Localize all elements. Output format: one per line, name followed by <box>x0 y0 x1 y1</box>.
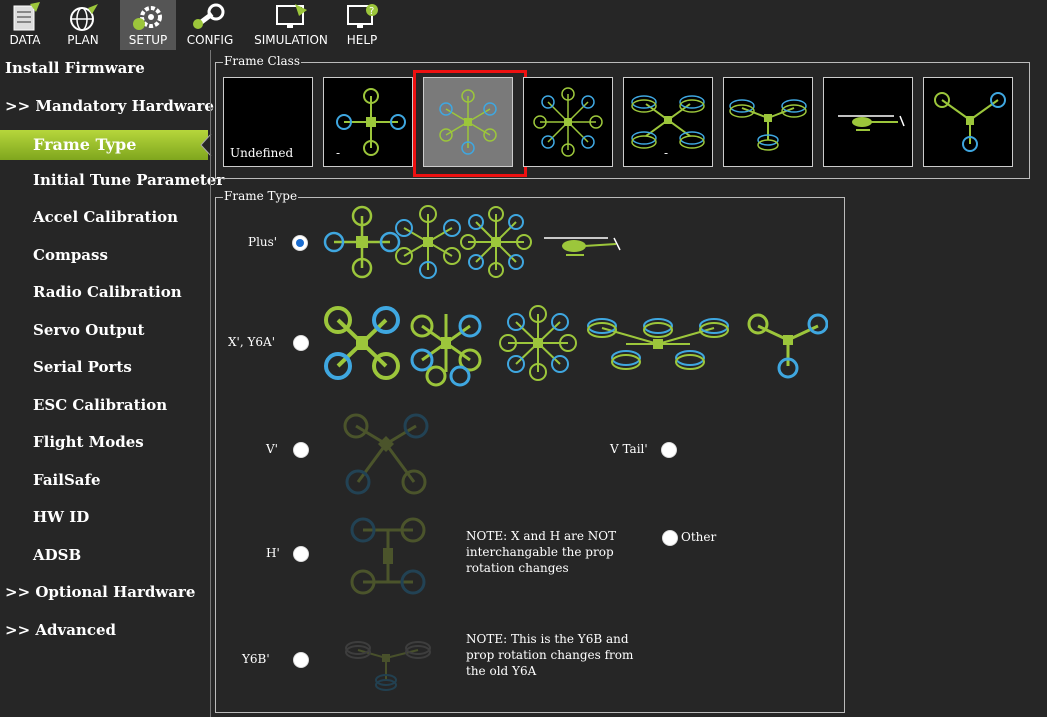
sidebar-item-accel-calibration[interactable]: Accel Calibration <box>0 208 243 226</box>
toolbar-simulation-label: SIMULATION <box>254 33 328 47</box>
top-toolbar: DATA PLAN SETUP CONFIG SIMULATION ? HELP <box>0 0 1047 50</box>
toolbar-data-label: DATA <box>9 33 41 47</box>
frame-type-v-label: V' <box>266 442 278 456</box>
toolbar-config[interactable]: CONFIG <box>182 0 238 50</box>
setup-sidebar: Install Firmware >> Mandatory Hardware F… <box>0 50 224 717</box>
heli-frame-icon <box>838 115 905 131</box>
frame-class-title: Frame Class <box>223 54 302 68</box>
toolbar-setup[interactable]: SETUP <box>120 0 176 50</box>
v-frame-image <box>343 413 429 495</box>
frame-type-other-label: Other <box>681 530 717 544</box>
frame-class-undefined-label: Undefined <box>230 146 294 160</box>
sidebar-item-radio-calibration[interactable]: Radio Calibration <box>0 283 243 301</box>
frame-class-octa-quad-dash: - <box>664 146 669 160</box>
toolbar-setup-label: SETUP <box>128 33 168 47</box>
simulation-icon <box>276 4 307 28</box>
frame-class-undefined[interactable]: Undefined <box>223 77 313 167</box>
sidebar-item-mandatory-hardware[interactable]: >> Mandatory Hardware <box>0 97 215 115</box>
note-y6b: NOTE: This is the Y6B and prop rotation … <box>466 632 634 678</box>
frame-type-other-radio[interactable] <box>662 530 678 546</box>
svg-text:?: ? <box>369 6 374 17</box>
plan-icon <box>70 4 98 31</box>
sidebar-item-servo-output[interactable]: Servo Output <box>0 321 243 339</box>
frame-type-vtail-radio[interactable] <box>661 442 677 458</box>
note-x-and-h: NOTE: X and H are NOT interchangable the… <box>466 529 617 575</box>
frame-type-plus-radio[interactable] <box>292 235 308 251</box>
frame-class-octa[interactable] <box>523 77 613 167</box>
sidebar-item-failsafe[interactable]: FailSafe <box>0 471 243 489</box>
frame-class-quad[interactable]: - <box>323 77 413 167</box>
config-icon <box>193 3 225 29</box>
frame-type-x-radio[interactable] <box>293 335 309 351</box>
sidebar-item-serial-ports[interactable]: Serial Ports <box>0 358 243 376</box>
sidebar-item-flight-modes[interactable]: Flight Modes <box>0 433 243 451</box>
toolbar-help[interactable]: ? HELP <box>340 0 384 50</box>
toolbar-simulation[interactable]: SIMULATION <box>248 0 334 50</box>
frame-type-h-label: H' <box>266 546 280 560</box>
sidebar-item-advanced[interactable]: >> Advanced <box>0 621 215 639</box>
frame-class-octa-quad[interactable]: - <box>623 77 713 167</box>
sidebar-item-compass[interactable]: Compass <box>0 246 243 264</box>
x-frames-image <box>324 305 828 387</box>
frame-type-title: Frame Type <box>223 189 299 203</box>
frame-type-vtail-label: V Tail' <box>610 442 648 456</box>
frame-type-y6b-radio[interactable] <box>293 652 309 668</box>
y6-frame-icon <box>729 99 807 151</box>
sidebar-item-install-firmware[interactable]: Install Firmware <box>0 59 215 77</box>
toolbar-config-label: CONFIG <box>186 33 234 47</box>
frame-class-tri[interactable] <box>923 77 1013 167</box>
frame-type-v-radio[interactable] <box>293 442 309 458</box>
frame-type-h-radio[interactable] <box>293 546 309 562</box>
sidebar-divider <box>210 50 211 717</box>
sidebar-item-adsb[interactable]: ADSB <box>0 546 243 564</box>
sidebar-item-initial-tune-parameter[interactable]: Initial Tune Parameter <box>0 171 243 189</box>
setup-icon <box>133 6 162 30</box>
toolbar-help-label: HELP <box>346 33 378 47</box>
plus-frames-image <box>323 205 621 279</box>
sidebar-item-hw-id[interactable]: HW ID <box>0 508 243 526</box>
tri-frame-icon <box>934 92 1006 152</box>
sidebar-item-optional-hardware[interactable]: >> Optional Hardware <box>0 583 215 601</box>
frame-class-y6[interactable] <box>723 77 813 167</box>
frame-class-quad-dash: - <box>336 146 341 160</box>
data-icon <box>13 2 40 31</box>
y6b-frame-image <box>345 641 431 691</box>
toolbar-plan-label: PLAN <box>67 33 99 47</box>
frame-type-x-label: X', Y6A' <box>228 335 275 349</box>
toolbar-plan[interactable]: PLAN <box>56 0 110 50</box>
sidebar-item-frame-type[interactable]: Frame Type <box>0 130 208 160</box>
frame-type-y6b-label: Y6B' <box>242 652 270 666</box>
toolbar-data[interactable]: DATA <box>2 0 48 50</box>
help-icon: ? <box>347 4 378 28</box>
sidebar-item-esc-calibration[interactable]: ESC Calibration <box>0 396 243 414</box>
selected-frame-highlight <box>413 70 527 177</box>
octa-frame-icon <box>533 87 603 157</box>
frame-class-heli[interactable] <box>823 77 913 167</box>
frame-type-plus-label: Plus' <box>248 235 278 249</box>
h-frame-image <box>350 517 426 595</box>
